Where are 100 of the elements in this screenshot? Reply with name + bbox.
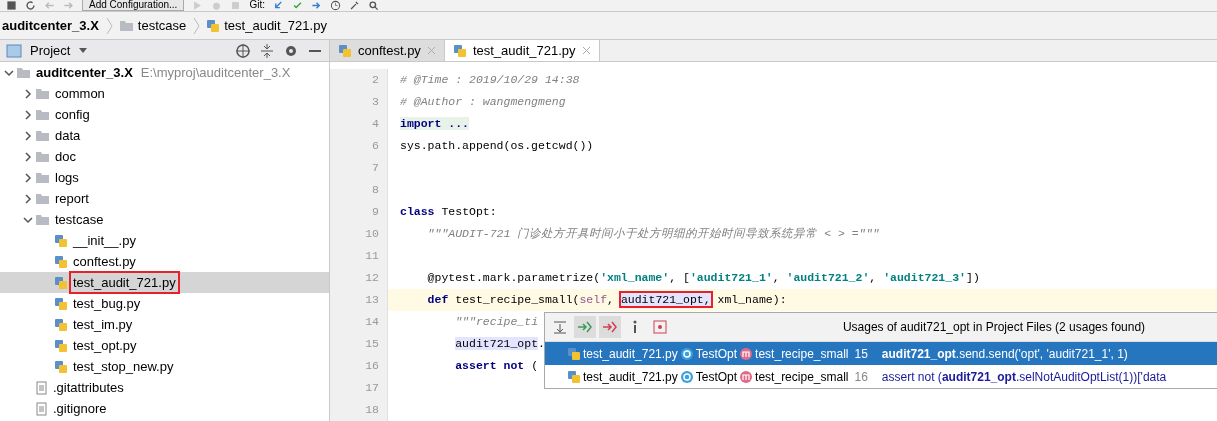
line-number: 15	[330, 333, 388, 355]
collapse-all-icon[interactable]	[259, 42, 275, 59]
save-icon[interactable]	[6, 0, 17, 11]
push-arrow-icon[interactable]	[310, 0, 322, 11]
line-number: 9	[330, 201, 388, 223]
usage-code: audit721_opt.send.send('opt', 'audit721_1', 1)	[881, 345, 1128, 363]
tree-row[interactable]: test_im.py	[0, 314, 329, 335]
chevron-icon[interactable]	[4, 67, 14, 78]
tree-row[interactable]: conftest.py	[0, 251, 329, 272]
tree-row[interactable]: common	[0, 83, 329, 104]
editor-tab[interactable]: test_audit_721.py	[444, 40, 600, 61]
usage-cell-text: TestOpt	[695, 345, 738, 363]
check-icon[interactable]	[291, 0, 303, 11]
method-filter-icon	[652, 319, 668, 335]
python-file-icon	[206, 18, 221, 33]
python-file-icon	[54, 275, 68, 290]
usage-code: assert not (audit721_opt.selNotAuditOptList(1))['data	[881, 368, 1167, 386]
line-number: 4	[330, 113, 388, 135]
folder-icon	[35, 170, 50, 185]
tree-row[interactable]: report	[0, 188, 329, 209]
tree-row[interactable]: test_bug.py	[0, 293, 329, 314]
line-number: 8	[330, 179, 388, 201]
chevron-icon[interactable]	[23, 214, 33, 225]
line-number: 6	[330, 135, 388, 157]
usage-cell-text: 16	[854, 368, 868, 386]
folder-icon	[35, 128, 50, 143]
code-line: sys.path.append(os.getcwd())	[399, 138, 594, 155]
tree-row[interactable]: config	[0, 104, 329, 125]
incoming-arrow-icon	[577, 319, 593, 335]
python-file-icon	[54, 338, 68, 353]
refresh-icon[interactable]	[25, 0, 36, 11]
popup-title: Usages of audit721_opt in Project Files (2 usages found)	[841, 319, 1147, 336]
code-line: audit721_opt.	[454, 336, 545, 353]
line-number: 14	[330, 311, 388, 333]
outgoing-arrow-toggle[interactable]	[599, 316, 621, 338]
python-file-icon	[452, 43, 467, 58]
line-number: 3	[330, 91, 388, 113]
line-number: 2	[330, 69, 388, 91]
method-icon	[739, 346, 754, 361]
text-file-icon	[35, 401, 48, 416]
wrench-icon[interactable]	[348, 0, 360, 11]
breadcrumb-item[interactable]: auditcenter_3.X	[2, 15, 99, 36]
usage-row[interactable]: test_audit_721.py TestOpt test_recipe_small 15 audit721_opt.send.send('opt', 'audit721_1', 1)	[545, 342, 1217, 365]
chevron-icon[interactable]	[23, 109, 33, 120]
python-file-icon	[54, 296, 68, 311]
usage-cell-text: test_recipe_small	[755, 368, 849, 386]
chevron-icon[interactable]	[23, 172, 33, 183]
folder-icon	[16, 65, 31, 80]
python-file-icon	[567, 369, 581, 384]
breadcrumb-item[interactable]: test_audit_721.py	[224, 15, 327, 36]
line-number: 13	[330, 289, 388, 311]
chevron-icon[interactable]	[23, 151, 33, 162]
editor-tab[interactable]: conftest.py	[330, 40, 445, 61]
tree-row[interactable]: doc	[0, 146, 329, 167]
method-icon	[739, 369, 754, 384]
search-icon[interactable]	[367, 0, 379, 11]
chevron-separator-icon	[192, 16, 201, 35]
tree-row[interactable]: test_stop_new.py	[0, 356, 329, 377]
tree-row[interactable]: test_opt.py	[0, 335, 329, 356]
python-file-icon	[54, 359, 68, 374]
usage-cell-text: TestOpt	[695, 368, 738, 386]
tree-row[interactable]: __init__.py	[0, 230, 329, 251]
panel-title[interactable]: Project	[30, 40, 71, 61]
code-line: assert not (	[454, 358, 539, 375]
breadcrumb-item[interactable]: testcase	[137, 15, 187, 36]
tree-row[interactable]: test_audit_721.py	[0, 272, 329, 293]
tree-row[interactable]: data	[0, 125, 329, 146]
incoming-arrow-toggle[interactable]	[574, 316, 596, 338]
code-line: # @Time : 2019/10/29 14:38	[399, 72, 580, 89]
folder-icon	[35, 107, 50, 122]
tree-row[interactable]: auditcenter_3.X E:\myproj\auditcenter_3.X	[0, 62, 329, 83]
folder-icon	[118, 18, 134, 33]
history-icon[interactable]	[329, 0, 341, 11]
python-file-icon	[54, 233, 68, 248]
code-line: """AUDIT-721 门诊处方开具时间小于处方明细的开始时间导致系统异常 < > ="""	[426, 226, 880, 243]
line-number: 16	[330, 355, 388, 377]
chevron-icon[interactable]	[23, 88, 33, 99]
tree-row[interactable]: .gitattributes	[0, 377, 329, 398]
usage-cell-text: 15	[854, 345, 868, 363]
python-file-icon	[54, 317, 68, 332]
python-file-icon	[338, 43, 352, 58]
code-line: class TestOpt:	[399, 204, 497, 221]
project-path: E:\myproj\auditcenter_3.X	[140, 63, 291, 82]
chevron-icon[interactable]	[23, 193, 33, 204]
tree-row[interactable]: logs	[0, 167, 329, 188]
text-file-icon	[35, 380, 48, 395]
class-icon	[679, 369, 694, 384]
dropdown-caret-icon[interactable]	[78, 47, 89, 54]
merge-icon	[552, 319, 568, 335]
run-configuration-dropdown[interactable]: Add Configuration...	[82, 0, 185, 11]
crosshair-icon[interactable]	[235, 42, 251, 59]
usage-cell-text: test_recipe_small	[755, 345, 849, 363]
outgoing-arrow-icon	[602, 319, 618, 335]
code-line: @pytest.mark.parametrize('xml_name', ['audit721_1', 'audit721_2', 'audit721_3'])	[426, 270, 980, 287]
tree-row[interactable]: .gitignore	[0, 398, 329, 419]
tree-row[interactable]: testcase	[0, 209, 329, 230]
update-arrow-icon[interactable]	[272, 0, 284, 11]
line-number: 18	[330, 399, 388, 421]
usage-row[interactable]: test_audit_721.py TestOpt test_recipe_small 16 assert not (audit721_opt.selNotAuditOptList(1))['data	[545, 365, 1217, 388]
chevron-icon[interactable]	[23, 130, 33, 141]
